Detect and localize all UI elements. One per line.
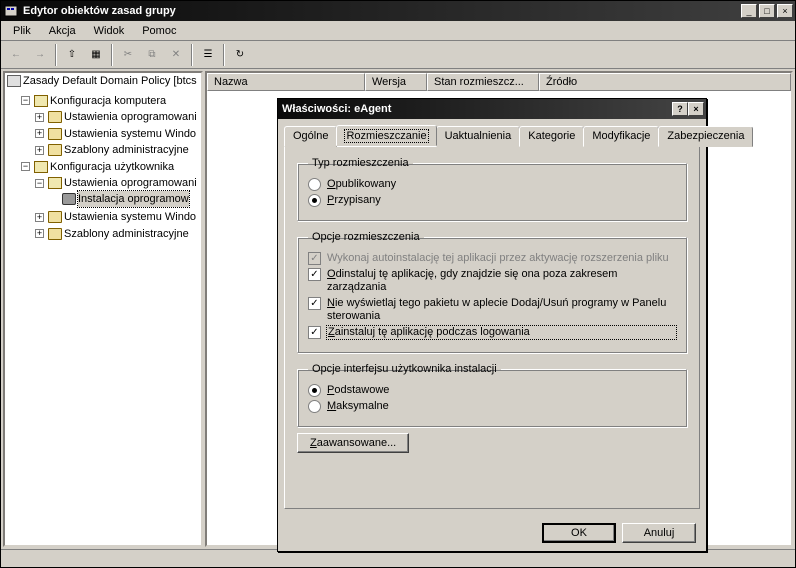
dialog-titlebar[interactable]: Właściwości: eAgent ? × <box>278 99 706 119</box>
folder-icon <box>48 111 62 123</box>
folder-icon <box>34 95 48 107</box>
tree-pane[interactable]: Zasady Default Domain Policy [btcs − Kon… <box>3 71 203 547</box>
dialog-title: Właściwości: eAgent <box>280 103 672 115</box>
folder-icon <box>48 128 62 140</box>
expand-icon[interactable]: + <box>35 129 44 138</box>
tab-zabezpieczenia[interactable]: Zabezpieczenia <box>658 126 753 147</box>
collapse-icon[interactable]: − <box>35 179 44 188</box>
label-assigned[interactable]: Przypisany <box>327 194 676 207</box>
back-button[interactable]: ← <box>5 44 27 66</box>
label-published[interactable]: Opublikowany <box>327 178 676 191</box>
group-ui-options-legend: Opcje interfejsu użytkownika instalacji <box>308 363 501 375</box>
tree-comp-windows[interactable]: Ustawienia systemu Windo <box>64 126 196 142</box>
close-button[interactable]: × <box>777 4 793 18</box>
checkbox-hide-addremove[interactable]: ✓ <box>308 297 321 310</box>
label-autoinstall: Wykonaj autoinstalację tej aplikacji prz… <box>327 252 676 265</box>
col-name[interactable]: Nazwa <box>207 73 365 91</box>
cut-button: ✂ <box>117 44 139 66</box>
radio-maximum[interactable] <box>308 400 321 413</box>
folder-icon <box>48 228 62 240</box>
expand-icon[interactable]: + <box>35 229 44 238</box>
tree-comp-templates[interactable]: Szablony administracyjne <box>64 142 189 158</box>
collapse-icon[interactable]: − <box>21 96 30 105</box>
group-deployment-type: Typ rozmieszczenia Opublikowany Przypisa… <box>297 157 687 221</box>
delete-button: ✕ <box>165 44 187 66</box>
col-version[interactable]: Wersja <box>365 73 427 91</box>
properties-button[interactable]: ☰ <box>197 44 219 66</box>
tab-modyfikacje[interactable]: Modyfikacje <box>583 126 659 147</box>
group-ui-options: Opcje interfejsu użytkownika instalacji … <box>297 363 687 427</box>
tree-user-install[interactable]: Instalacja oprogramow <box>78 191 189 207</box>
dialog-buttons: OK Anuluj <box>278 515 706 551</box>
tab-page: Typ rozmieszczenia Opublikowany Przypisa… <box>284 146 700 509</box>
tree-user-templates[interactable]: Szablony administracyjne <box>64 226 189 242</box>
policy-icon <box>7 75 21 87</box>
folder-icon <box>48 144 62 156</box>
toolbar: ← → ⇧ ▦ ✂ ⧉ ✕ ☰ ↻ <box>1 41 795 69</box>
radio-published[interactable] <box>308 178 321 191</box>
tree-root[interactable]: Zasady Default Domain Policy [btcs <box>23 73 197 89</box>
collapse-icon[interactable]: − <box>21 162 30 171</box>
dialog-close-button[interactable]: × <box>688 102 704 116</box>
col-state[interactable]: Stan rozmieszcz... <box>427 73 539 91</box>
tree-user[interactable]: Konfiguracja użytkownika <box>50 159 174 175</box>
checkbox-uninstall[interactable]: ✓ <box>308 268 321 281</box>
tree-user-windows[interactable]: Ustawienia systemu Windo <box>64 209 196 225</box>
tree-computer[interactable]: Konfiguracja komputera <box>50 93 166 109</box>
checkbox-autoinstall: ✓ <box>308 252 321 265</box>
list-header: Nazwa Wersja Stan rozmieszcz... Źródło <box>207 73 791 91</box>
window-title: Edytor obiektów zasad grupy <box>23 5 741 17</box>
copy-button: ⧉ <box>141 44 163 66</box>
refresh-button[interactable]: ↻ <box>229 44 251 66</box>
menubar: Plik Akcja Widok Pomoc <box>1 21 795 41</box>
tab-ogolne[interactable]: Ogólne <box>284 126 337 147</box>
label-maximum[interactable]: Maksymalne <box>327 400 676 413</box>
group-deployment-options: Opcje rozmieszczenia ✓ Wykonaj autoinsta… <box>297 231 687 353</box>
expand-icon[interactable]: + <box>35 146 44 155</box>
expand-icon[interactable]: + <box>35 113 44 122</box>
minimize-button[interactable]: _ <box>741 4 757 18</box>
tree-comp-software[interactable]: Ustawienia oprogramowani <box>64 109 197 125</box>
ok-button[interactable]: OK <box>542 523 616 543</box>
label-install-logon[interactable]: Zainstaluj tę aplikację podczas logowani… <box>327 326 676 339</box>
label-hide-addremove[interactable]: Nie wyświetlaj tego pakietu w aplecie Do… <box>327 297 676 323</box>
expand-icon[interactable]: + <box>35 213 44 222</box>
col-source[interactable]: Źródło <box>539 73 791 91</box>
properties-dialog: Właściwości: eAgent ? × Ogólne Rozmieszc… <box>277 98 707 552</box>
app-icon <box>3 3 19 19</box>
menu-widok[interactable]: Widok <box>86 23 133 39</box>
folder-icon <box>34 161 48 173</box>
tabstrip: Ogólne Rozmieszczanie Uaktualnienia Kate… <box>278 119 706 146</box>
advanced-button[interactable]: Zaawansowane... <box>297 433 409 453</box>
folder-icon <box>48 177 62 189</box>
menu-pomoc[interactable]: Pomoc <box>134 23 184 39</box>
tab-uaktualnienia[interactable]: Uaktualnienia <box>436 126 521 147</box>
label-uninstall[interactable]: Odinstaluj tę aplikację, gdy znajdzie si… <box>327 268 676 294</box>
cancel-button[interactable]: Anuluj <box>622 523 696 543</box>
checkbox-install-logon[interactable]: ✓ <box>308 326 321 339</box>
up-button[interactable]: ⇧ <box>61 44 83 66</box>
radio-assigned[interactable] <box>308 194 321 207</box>
dialog-help-button[interactable]: ? <box>672 102 688 116</box>
menu-plik[interactable]: Plik <box>5 23 39 39</box>
tree-user-software[interactable]: Ustawienia oprogramowani <box>64 175 197 191</box>
maximize-button[interactable]: □ <box>759 4 775 18</box>
group-deployment-options-legend: Opcje rozmieszczenia <box>308 231 424 243</box>
menu-akcja[interactable]: Akcja <box>41 23 84 39</box>
show-hide-button[interactable]: ▦ <box>85 44 107 66</box>
tab-rozmieszczanie[interactable]: Rozmieszczanie <box>336 125 436 146</box>
label-basic[interactable]: Podstawowe <box>327 384 676 397</box>
folder-icon <box>48 211 62 223</box>
forward-button: → <box>29 44 51 66</box>
titlebar[interactable]: Edytor obiektów zasad grupy _ □ × <box>1 1 795 21</box>
tab-kategorie[interactable]: Kategorie <box>519 126 584 147</box>
group-deployment-type-legend: Typ rozmieszczenia <box>308 157 413 169</box>
install-icon <box>62 193 76 205</box>
radio-basic[interactable] <box>308 384 321 397</box>
